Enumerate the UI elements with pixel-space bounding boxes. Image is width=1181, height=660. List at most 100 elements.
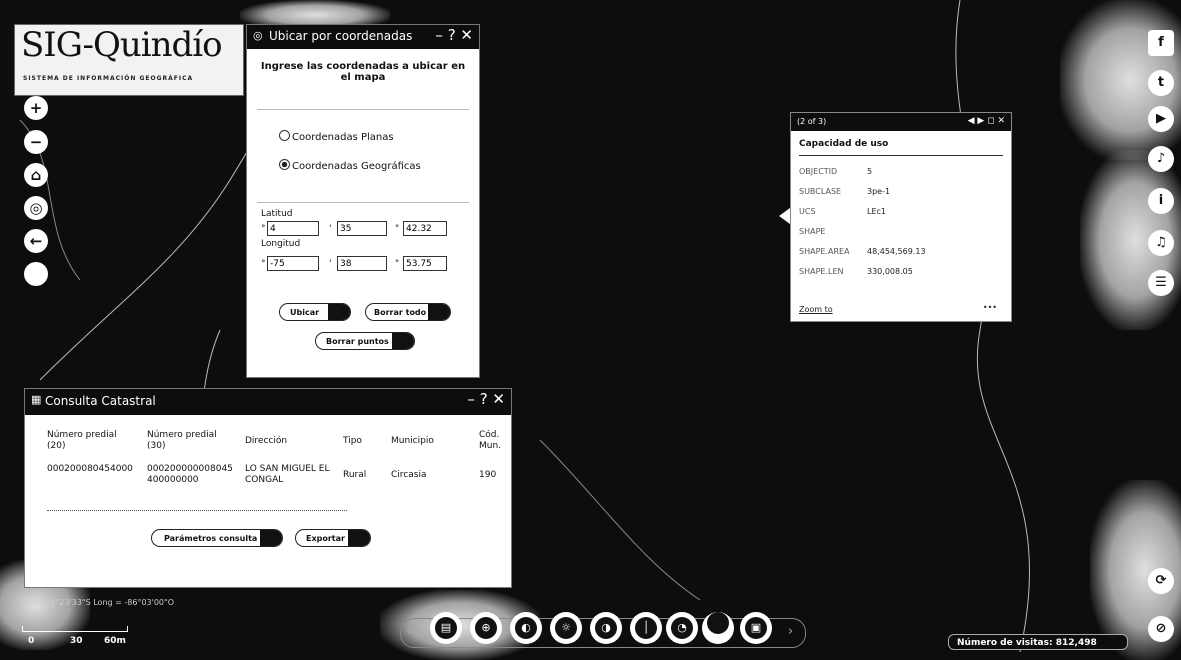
tool-glyph: ⊕ (475, 617, 497, 639)
zoom-in-button[interactable]: + (24, 96, 48, 120)
tool-glyph: ▣ (745, 617, 767, 639)
table-tool-icon[interactable]: ▣ (740, 612, 772, 644)
col-header-cod-mun: Cód. Mun. (479, 430, 502, 451)
parametros-consulta-button[interactable]: Parámetros consulta (151, 529, 283, 547)
radio-geograficas-circle[interactable] (279, 159, 290, 170)
home-button[interactable]: ⌂ (24, 163, 48, 187)
cell-municipio: Circasia (391, 470, 427, 480)
youtube-icon[interactable]: ▶ (1148, 106, 1174, 132)
exportar-button[interactable]: Exportar (295, 529, 371, 547)
popup-counter: (2 of 3) (797, 117, 827, 126)
cell-direccion: LO SAN MIGUEL EL CONGAL (245, 464, 330, 485)
hide-icon[interactable]: ⊘ (1148, 616, 1174, 642)
feature-info-popup: (2 of 3) ◀ ▶ ◻ ✕ Capacidad de uso OBJECT… (790, 112, 1012, 322)
measure-tool-icon[interactable]: │ (630, 612, 662, 644)
scale-bar (22, 626, 128, 632)
blank-tool-icon[interactable] (702, 612, 734, 644)
minute-symbol: ' (329, 224, 332, 234)
lat-seconds-input[interactable]: 42.32 (403, 221, 447, 236)
popup-row: UCS LEc1 (799, 207, 886, 216)
toolbar-prev-icon[interactable]: ‹ (406, 624, 411, 639)
layers-tool-icon[interactable]: ▤ (430, 612, 462, 644)
visit-counter-label: Número de visitas: (957, 638, 1053, 648)
lon-minutes-input[interactable]: 38 (337, 256, 387, 271)
target-icon: ◎ (253, 29, 263, 42)
twitter-icon[interactable]: t (1148, 70, 1174, 96)
ubicar-window-controls[interactable]: – ? ✕ (435, 26, 473, 44)
latitud-label: Latitud (261, 209, 293, 219)
borrar-todo-button[interactable]: Borrar todo (365, 303, 451, 321)
tool-glyph: ▤ (435, 617, 457, 639)
list-icon[interactable]: ☰ (1148, 270, 1174, 296)
attr-key: OBJECTID (799, 167, 838, 176)
radio-coordenadas-geograficas[interactable]: Coordenadas Geográficas (279, 159, 421, 172)
locate-button[interactable]: ◎ (24, 196, 48, 220)
borrar-puntos-label: Borrar puntos (326, 337, 389, 346)
cell-tipo: Rural (343, 470, 367, 480)
horizontal-scrollbar[interactable] (47, 506, 347, 511)
tool-glyph: │ (635, 617, 657, 639)
zoom-to-link[interactable]: Zoom to (799, 305, 833, 314)
toolbar-next-icon[interactable]: › (788, 624, 793, 639)
button-tab (260, 530, 282, 546)
exportar-label: Exportar (306, 534, 345, 543)
music-icon[interactable]: ♪ (1148, 146, 1174, 172)
col-header-municipio: Municipio (391, 436, 434, 446)
borrar-puntos-button[interactable]: Borrar puntos (315, 332, 415, 350)
popup-controls[interactable]: ◀ ▶ ◻ ✕ (968, 116, 1005, 126)
radio-coordenadas-planas[interactable]: Coordenadas Planas (279, 130, 394, 143)
back-button[interactable]: ← (24, 229, 48, 253)
tool-glyph: ☼ (555, 617, 577, 639)
ubicar-panel-header: ◎ Ubicar por coordenadas – ? ✕ (247, 25, 479, 49)
logo-subtitle: SISTEMA DE INFORMACIÓN GEOGRÁFICA (23, 75, 194, 82)
zoom-out-button[interactable]: − (24, 130, 48, 154)
attr-key: SHAPE.AREA (799, 247, 850, 256)
scale-label-30: 30 (70, 636, 83, 646)
col-header-tipo: Tipo (343, 436, 362, 446)
app-logo: SIG-Quindío SISTEMA DE INFORMACIÓN GEOGR… (14, 24, 244, 96)
tool-glyph (707, 612, 729, 634)
lat-degrees-input[interactable]: 4 (267, 221, 319, 236)
locate-tool-icon[interactable]: ⊕ (470, 612, 502, 644)
popup-row: SHAPE.AREA 48,454,569.13 (799, 247, 926, 256)
tool-glyph: ◑ (595, 617, 617, 639)
col-header-numero-30: Número predial (30) (147, 430, 217, 451)
lat-minutes-input[interactable]: 35 (337, 221, 387, 236)
degree-symbol: ° (261, 259, 266, 269)
audio-icon[interactable]: ♫ (1148, 230, 1174, 256)
popup-row: SHAPE.LEN 330,008.05 (799, 267, 913, 276)
degree-symbol: ° (261, 224, 266, 234)
scale-label-60: 60m (104, 636, 126, 646)
radio-planas-label: Coordenadas Planas (292, 132, 394, 143)
ubicar-title: Ubicar por coordenadas (269, 29, 413, 43)
basemap-tool-icon[interactable]: ◐ (510, 612, 542, 644)
settings-tool-icon[interactable]: ☼ (550, 612, 582, 644)
popup-row: OBJECTID 5 (799, 167, 872, 176)
print-tool-icon[interactable]: ◑ (590, 612, 622, 644)
radio-geograficas-label: Coordenadas Geográficas (292, 161, 421, 172)
radio-planas-circle[interactable] (279, 130, 290, 141)
info-icon[interactable]: i (1148, 188, 1174, 214)
visit-counter: Número de visitas: 812,498 (948, 634, 1128, 650)
catastral-window-controls[interactable]: – ? ✕ (467, 390, 505, 408)
ubicar-instruction: Ingrese las coordenadas a ubicar en el m… (260, 61, 466, 83)
ubicar-button-label: Ubicar (290, 308, 320, 317)
facebook-icon[interactable]: f (1148, 30, 1174, 56)
catastral-panel-header: ▦ Consulta Catastral – ? ✕ (25, 389, 511, 415)
lon-seconds-input[interactable]: 53.75 (403, 256, 447, 271)
blank-button[interactable] (24, 262, 48, 286)
parametros-label: Parámetros consulta (164, 534, 258, 543)
coordinates-readout: Lat = 4°23'33"S Long = -86°03'00"O (26, 598, 174, 607)
col-header-direccion: Dirección (245, 436, 288, 446)
refresh-icon[interactable]: ⟳ (1148, 568, 1174, 594)
attr-value: 330,008.05 (867, 267, 913, 276)
lon-degrees-input[interactable]: -75 (267, 256, 319, 271)
button-tab (392, 333, 414, 349)
popup-row: SUBCLASE 3pe-1 (799, 187, 890, 196)
ubicar-button[interactable]: Ubicar (279, 303, 351, 321)
scale-label-0: 0 (28, 636, 35, 646)
query-tool-icon[interactable]: ◔ (666, 612, 698, 644)
button-tab (348, 530, 370, 546)
tool-glyph: ◔ (671, 617, 693, 639)
more-icon[interactable]: ••• (983, 303, 997, 312)
